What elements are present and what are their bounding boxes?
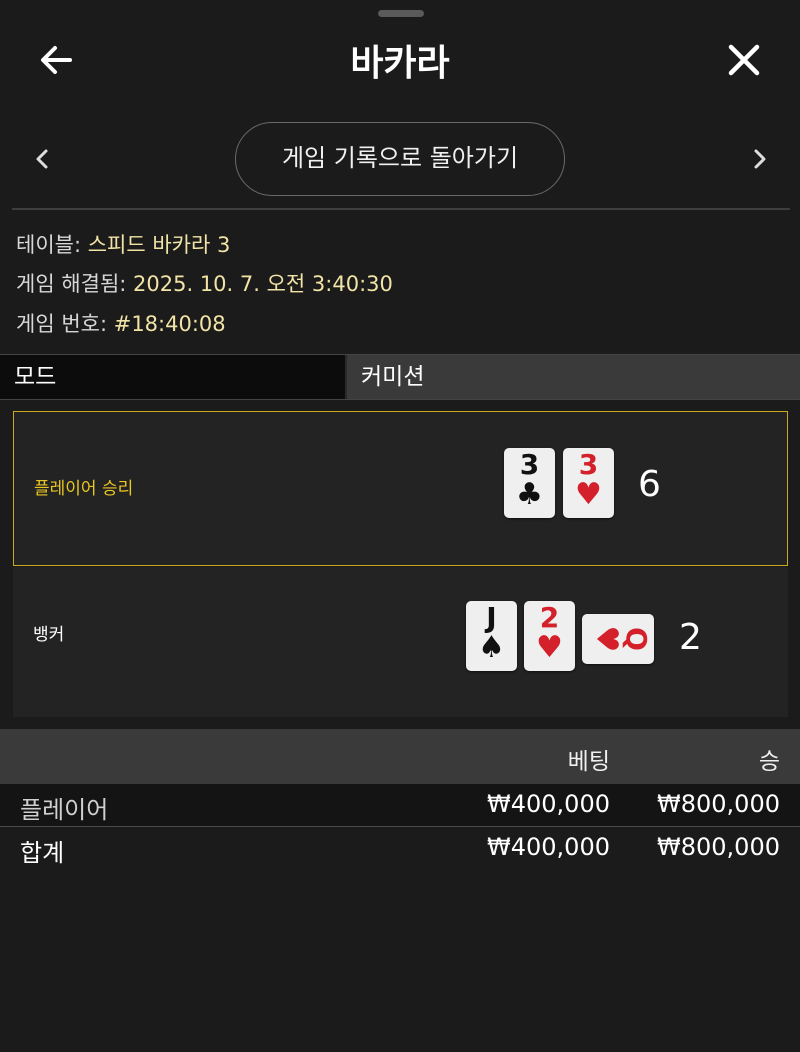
row-bet: ₩400,000 bbox=[487, 790, 610, 818]
mode-tabs: 모드 커미션 bbox=[0, 354, 800, 400]
game-number-value: #18:40:08 bbox=[113, 312, 226, 336]
row-win: ₩800,000 bbox=[657, 833, 780, 861]
page-title: 바카라 bbox=[350, 43, 450, 84]
spade-icon: ♠ bbox=[478, 630, 505, 665]
banker-score: 2 bbox=[679, 617, 702, 658]
history-nav: 게임 기록으로 돌아가기 bbox=[0, 120, 800, 200]
table-row: 플레이어 ₩400,000 ₩800,000 bbox=[0, 784, 800, 826]
player-score: 6 bbox=[638, 464, 661, 505]
back-to-history-button[interactable]: 게임 기록으로 돌아가기 bbox=[235, 122, 565, 196]
chevron-left-icon bbox=[36, 149, 48, 169]
row-win: ₩800,000 bbox=[657, 790, 780, 818]
chevron-right-icon bbox=[754, 149, 766, 169]
player-win-label: 플레이어 승리 bbox=[34, 479, 134, 499]
heart-icon: ♥ bbox=[536, 630, 563, 665]
card-rank: J bbox=[486, 601, 497, 634]
banker-label: 뱅커 bbox=[33, 625, 65, 645]
row-bet: ₩400,000 bbox=[487, 833, 610, 861]
card-rank: 2 bbox=[539, 601, 560, 634]
banker-card-1: J ♠ bbox=[466, 601, 517, 671]
game-number-label: 게임 번호: bbox=[16, 312, 114, 336]
drag-handle[interactable] bbox=[378, 10, 424, 17]
bet-column-header: 베팅 bbox=[567, 749, 610, 775]
banker-result: 뱅커 J ♠ 2 ♥ Q ♥ 2 bbox=[13, 567, 788, 717]
club-icon: ♣ bbox=[516, 477, 543, 512]
player-card-2: 3 ♥ bbox=[563, 448, 614, 518]
card-rank: Q bbox=[620, 627, 653, 651]
game-number-info: 게임 번호: #18:40:08 bbox=[16, 308, 226, 338]
win-column-header: 승 bbox=[758, 749, 780, 775]
table-row-total: 합계 ₩400,000 ₩800,000 bbox=[0, 827, 800, 869]
banker-card-3-rotated: Q ♥ bbox=[582, 614, 654, 664]
card-rank: 3 bbox=[519, 448, 540, 481]
previous-game-button[interactable] bbox=[27, 144, 57, 174]
divider bbox=[12, 208, 790, 210]
heart-icon: ♥ bbox=[575, 477, 602, 512]
player-result: 플레이어 승리 3 ♣ 3 ♥ 6 bbox=[13, 411, 788, 566]
close-icon bbox=[728, 44, 760, 76]
resolved-info: 게임 해결됨: 2025. 10. 7. 오전 3:40:30 bbox=[16, 268, 393, 298]
close-button[interactable] bbox=[722, 38, 766, 82]
tab-commission[interactable]: 커미션 bbox=[347, 355, 800, 399]
card-rank: 3 bbox=[578, 448, 599, 481]
next-game-button[interactable] bbox=[745, 144, 775, 174]
header: 바카라 bbox=[0, 20, 800, 100]
banker-card-2: 2 ♥ bbox=[524, 601, 575, 671]
table-value: 스피드 바카라 3 bbox=[87, 233, 231, 257]
tab-mode[interactable]: 모드 bbox=[0, 355, 345, 399]
resolved-value: 2025. 10. 7. 오전 3:40:30 bbox=[133, 272, 393, 296]
heart-icon: ♥ bbox=[589, 625, 624, 653]
row-label: 합계 bbox=[20, 839, 65, 867]
resolved-label: 게임 해결됨: bbox=[16, 272, 134, 296]
bets-table-header: 베팅 승 bbox=[0, 729, 800, 784]
row-label: 플레이어 bbox=[20, 796, 109, 824]
table-info: 테이블: 스피드 바카라 3 bbox=[16, 229, 230, 259]
table-label: 테이블: bbox=[16, 233, 88, 257]
player-card-1: 3 ♣ bbox=[504, 448, 555, 518]
